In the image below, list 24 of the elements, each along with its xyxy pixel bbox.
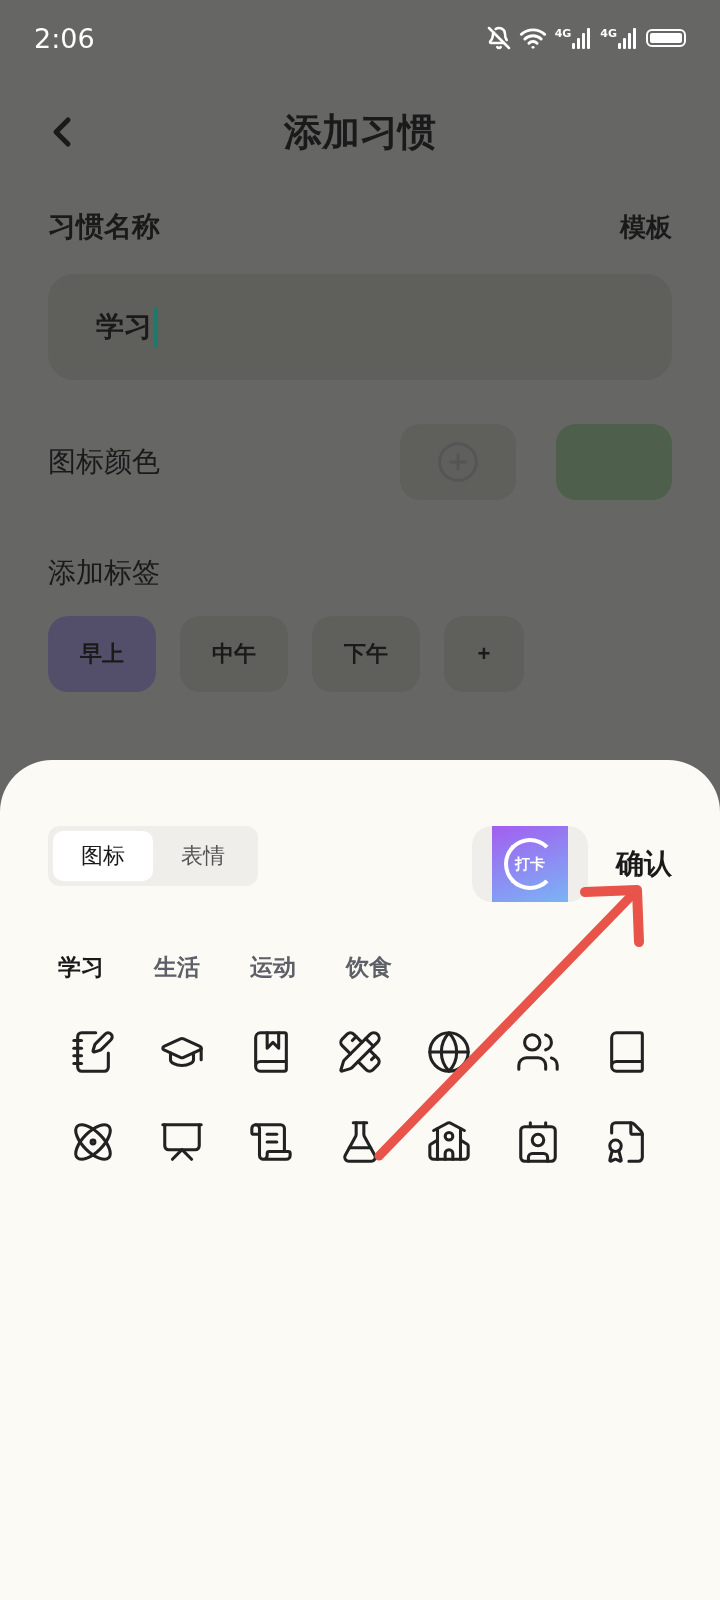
- habit-name-label: 习惯名称: [48, 209, 160, 245]
- segment-tab[interactable]: 图标: [53, 831, 153, 881]
- page-title: 添加习惯: [284, 108, 436, 156]
- app-icon: 打卡: [492, 826, 568, 902]
- icon-color-label: 图标颜色: [48, 444, 160, 480]
- network-type: 4G: [554, 27, 572, 40]
- color-swatch[interactable]: [556, 424, 672, 500]
- status-time: 2:06: [34, 22, 95, 54]
- network-type: 4G: [600, 27, 617, 40]
- category-tab[interactable]: 生活: [154, 952, 200, 983]
- template-link[interactable]: 模板: [620, 209, 672, 245]
- category-tab[interactable]: 学习: [58, 952, 104, 983]
- add-tags-label: 添加标签: [48, 555, 161, 591]
- signal-icon: [618, 27, 638, 49]
- globe-icon[interactable]: [426, 1029, 473, 1075]
- signal-icon: [572, 27, 593, 49]
- confirm-button[interactable]: 确认: [616, 845, 672, 883]
- category-tab[interactable]: 饮食: [346, 952, 392, 983]
- segment-tab[interactable]: 表情: [153, 831, 253, 881]
- category-tab[interactable]: 运动: [250, 952, 296, 983]
- battery-icon: [646, 29, 686, 47]
- notebook-pen-icon[interactable]: [69, 1029, 116, 1075]
- pencil-ruler-icon[interactable]: [337, 1029, 383, 1075]
- bell-off-icon: [486, 26, 511, 50]
